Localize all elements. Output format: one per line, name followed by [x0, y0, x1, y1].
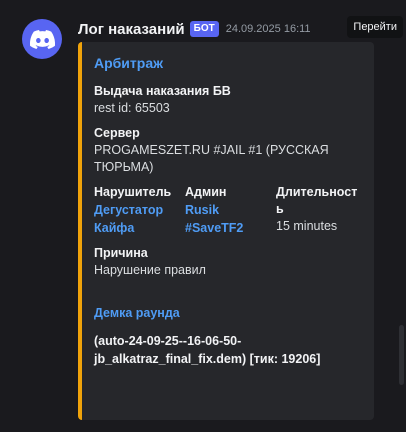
demo-filename: (auto-24-09-25--16-06-50-jb_alkatraz_fin… — [94, 334, 321, 366]
demo-link[interactable]: Демка раунда — [94, 305, 364, 322]
bot-avatar[interactable] — [22, 19, 62, 59]
reason-label: Причина — [94, 246, 148, 260]
reason-value: Нарушение правил — [94, 263, 206, 277]
embed-heading: Выдача наказания БВ — [94, 84, 231, 98]
admin-field: Админ Rusik #SaveTF2 — [185, 184, 276, 237]
duration-label: Длительность — [276, 185, 358, 216]
username[interactable]: Лог наказаний — [78, 21, 185, 38]
bot-tag: БОТ — [189, 21, 219, 37]
discord-logo-icon — [29, 29, 55, 49]
violator-link[interactable]: Дегустатор Кайфа — [94, 201, 185, 237]
timestamp: 24.09.2025 16:11 — [225, 23, 311, 35]
inline-fields: Нарушитель Дегустатор Кайфа Админ Rusik … — [94, 184, 364, 237]
server-label: Сервер — [94, 126, 140, 140]
rest-id: rest id: 65503 — [94, 101, 170, 115]
embed-title: Арбитраж — [94, 55, 164, 71]
admin-label: Админ — [185, 185, 227, 199]
violator-label: Нарушитель — [94, 185, 172, 199]
embed-description: Выдача наказания БВ rest id: 65503 — [94, 83, 364, 117]
duration-field: Длительность 15 minutes — [276, 184, 364, 237]
embed-card: Арбитраж Выдача наказания БВ rest id: 65… — [78, 42, 374, 420]
scrollbar-thumb[interactable] — [399, 325, 404, 385]
reason-field: Причина Нарушение правил — [94, 245, 364, 279]
server-value: PROGAMESZET.RU #JAIL #1 (РУССКАЯ ТЮРЬМА) — [94, 143, 329, 174]
admin-link[interactable]: Rusik #SaveTF2 — [185, 201, 276, 237]
server-field: Сервер PROGAMESZET.RU #JAIL #1 (РУССКАЯ … — [94, 125, 364, 176]
duration-value: 15 minutes — [276, 219, 338, 233]
violator-field: Нарушитель Дегустатор Кайфа — [94, 184, 185, 237]
goto-button[interactable]: Перейти — [347, 16, 403, 38]
